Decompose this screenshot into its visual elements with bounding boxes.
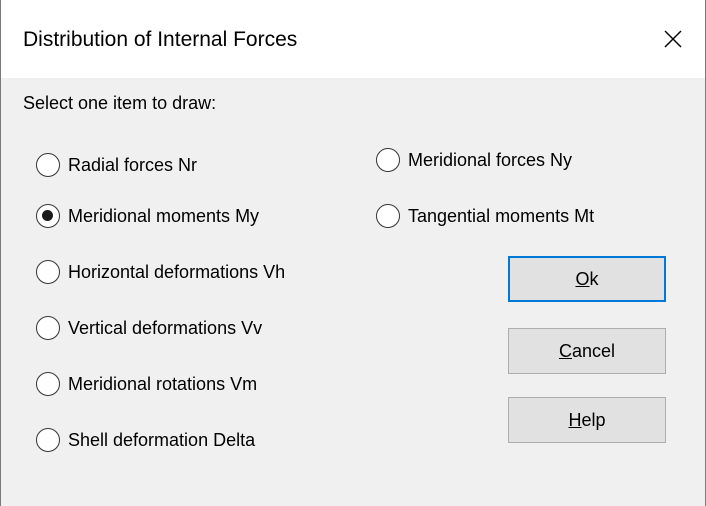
title-bar: Distribution of Internal Forces: [1, 0, 705, 78]
radio-indicator: [36, 153, 60, 177]
internal-forces-dialog: Distribution of Internal Forces Select o…: [0, 0, 706, 506]
radio-label: Vertical deformations Vv: [68, 317, 263, 338]
radio-indicator-selected: [36, 204, 60, 228]
help-label-rest: elp: [581, 409, 606, 430]
radio-meridional-rotations-vm[interactable]: Meridional rotations Vm: [36, 369, 257, 399]
radio-indicator: [376, 148, 400, 172]
radio-label: Meridional forces Ny: [408, 149, 573, 170]
radio-label: Horizontal deformations Vh: [68, 261, 286, 282]
radio-meridional-moments-my[interactable]: Meridional moments My: [36, 201, 259, 231]
radio-label: Tangential moments Mt: [408, 205, 595, 226]
radio-tangential-moments-mt[interactable]: Tangential moments Mt: [376, 201, 594, 231]
cancel-button[interactable]: Cancel: [508, 328, 666, 374]
cancel-label-rest: ancel: [571, 340, 616, 361]
ok-accelerator: O: [575, 268, 590, 289]
radio-shell-deformation-delta[interactable]: Shell deformation Delta: [36, 425, 255, 455]
radio-vertical-deformations-vv[interactable]: Vertical deformations Vv: [36, 313, 262, 343]
radio-indicator: [36, 372, 60, 396]
radio-radial-forces-nr[interactable]: Radial forces Nr: [36, 150, 197, 180]
close-button[interactable]: [641, 0, 705, 78]
help-button[interactable]: Help: [508, 397, 666, 443]
select-prompt: Select one item to draw:: [23, 93, 217, 113]
radio-indicator: [376, 204, 400, 228]
radio-horizontal-deformations-vh[interactable]: Horizontal deformations Vh: [36, 257, 285, 287]
radio-indicator: [36, 316, 60, 340]
radio-label: Shell deformation Delta: [68, 429, 256, 450]
radio-label: Meridional rotations Vm: [68, 373, 258, 394]
close-icon: [664, 30, 682, 48]
ok-button[interactable]: Ok: [508, 256, 666, 302]
help-accelerator: H: [568, 409, 582, 430]
radio-indicator: [36, 260, 60, 284]
dialog-title: Distribution of Internal Forces: [23, 28, 298, 51]
radio-indicator: [36, 428, 60, 452]
radio-label: Radial forces Nr: [68, 154, 198, 175]
cancel-accelerator: C: [558, 340, 572, 361]
radio-label: Meridional moments My: [68, 205, 260, 226]
radio-meridional-forces-ny[interactable]: Meridional forces Ny: [376, 145, 572, 175]
ok-label-rest: k: [589, 268, 599, 289]
